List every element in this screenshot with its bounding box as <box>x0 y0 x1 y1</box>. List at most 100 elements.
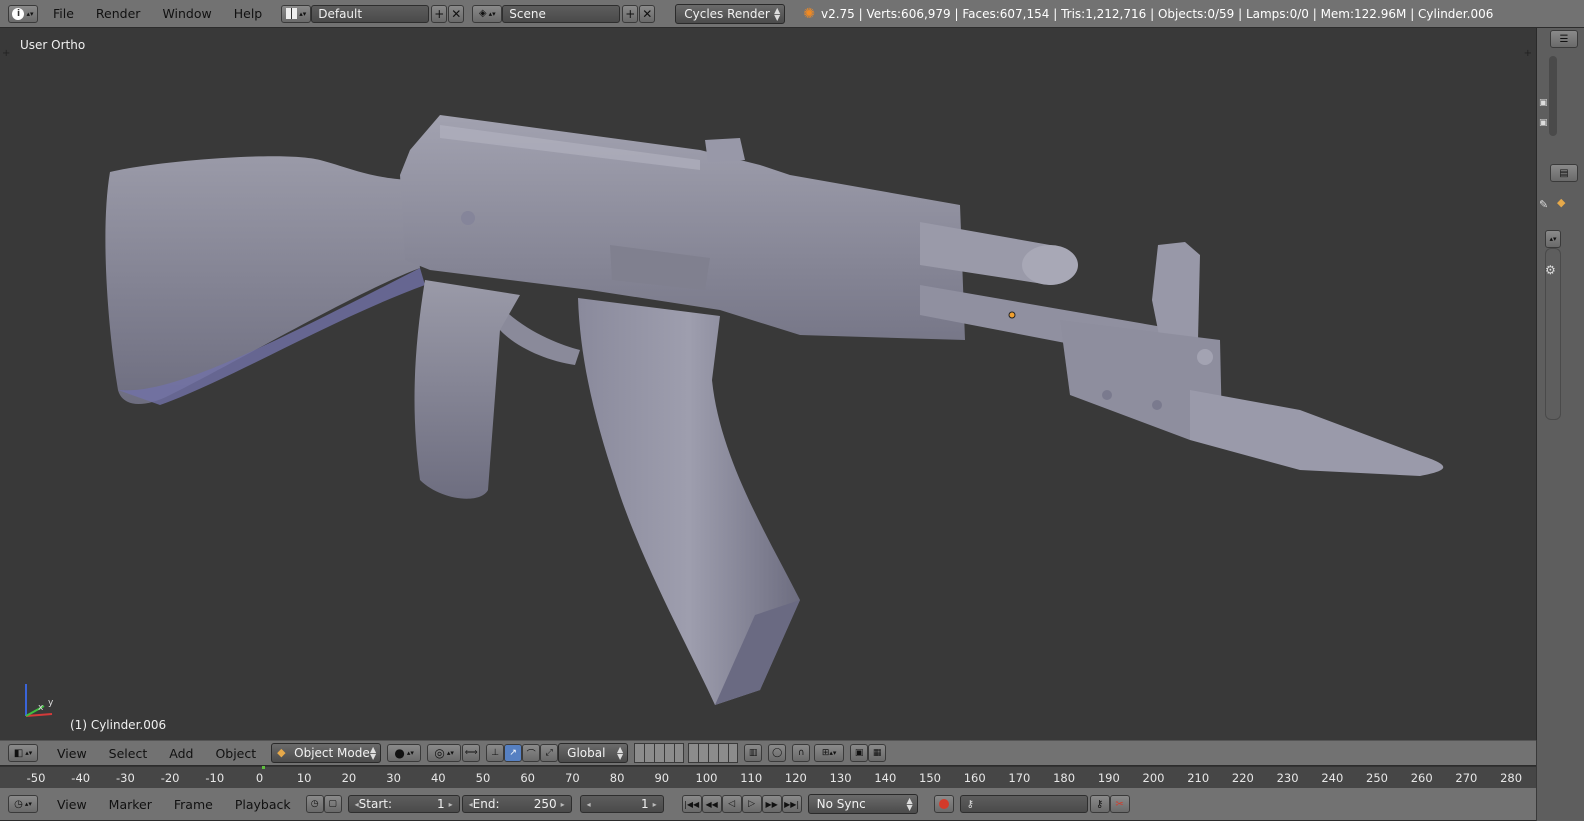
panel-toggle-button[interactable]: ▴▾ <box>1545 230 1561 248</box>
view3d-menu-object[interactable]: Object <box>204 746 267 761</box>
interaction-mode-dropdown[interactable]: ◆ Object Mode ▲ ▼ <box>271 743 382 763</box>
lock-camera-layers-button[interactable]: ▥ <box>744 744 763 762</box>
outliner-editor-button[interactable]: ☰ <box>1550 30 1578 48</box>
pivot-point-button[interactable]: ◎ ▴▾ <box>427 744 462 762</box>
start-frame-field[interactable]: ◂ Start: 1 ▸ <box>347 795 460 813</box>
pin-icon[interactable]: ✎ <box>1539 198 1548 211</box>
render-opengl-button[interactable]: ▣ <box>850 744 869 762</box>
keying-set-field[interactable]: ⚷ <box>959 795 1088 813</box>
snap-toggle-button[interactable]: ∩ <box>792 744 811 762</box>
sync-mode-dropdown[interactable]: No Sync ▲ ▼ <box>807 794 918 814</box>
menu-file[interactable]: File <box>42 6 85 21</box>
object-cube-icon: ◆ <box>1557 196 1566 209</box>
remove-screen-layout-button[interactable]: ✕ <box>448 4 465 23</box>
next-keyframe-button[interactable]: ▶▶ <box>761 795 782 813</box>
render-animation-opengl-button[interactable]: ▦ <box>868 744 887 762</box>
remove-scene-button[interactable]: ✕ <box>639 4 656 23</box>
scene-field[interactable]: Scene <box>502 4 621 23</box>
jump-start-button[interactable]: |◀◀ <box>681 795 702 813</box>
layers-icon: ▥ <box>748 748 758 758</box>
properties-scrollbar[interactable] <box>1545 248 1561 420</box>
screen-layout-field[interactable]: Default <box>311 4 430 23</box>
timeline-ruler-ticks: -50 -40 -30 -20 -10 0 10 20 30 40 50 60 70 80 90 100 110… <box>0 767 1536 789</box>
timeline-tick-label: 0 <box>255 771 264 785</box>
timeline-tick-label: 20 <box>341 771 357 785</box>
rifle-model[interactable] <box>0 28 1536 740</box>
scene-browse-button[interactable]: ◈ ▴▾ <box>472 4 503 23</box>
scale-manipulator-button[interactable]: ⤢ <box>540 744 559 762</box>
menu-help[interactable]: Help <box>223 6 274 21</box>
timeline-tick-label: 30 <box>386 771 401 785</box>
timeline-menu-frame[interactable]: Frame <box>163 797 224 812</box>
delete-keyframe-button[interactable]: ✂ <box>1109 795 1130 813</box>
current-frame-marker[interactable] <box>262 766 265 769</box>
screen-layout-browse-button[interactable]: ▴▾ <box>281 4 312 23</box>
viewport-shading-button[interactable]: ● ▴▾ <box>387 744 422 762</box>
view3d-menu-select[interactable]: Select <box>98 746 159 761</box>
decrement-arrow-icon[interactable]: ◂ <box>587 800 591 809</box>
current-frame-field[interactable]: ◂ 1 ▸ <box>579 795 664 813</box>
translate-manipulator-button[interactable]: ↗ <box>504 744 523 762</box>
transform-orientation-dropdown[interactable]: Global ▲ ▼ <box>558 743 629 763</box>
increment-arrow-icon[interactable]: ▸ <box>449 800 453 809</box>
timeline-tick-label: 130 <box>829 771 852 785</box>
auto-keying-button[interactable] <box>933 795 954 813</box>
current-frame-value: 1 <box>640 797 649 811</box>
3d-viewport[interactable]: User Ortho + + x y (1) Cylinder.006 <box>0 28 1537 740</box>
top-info-bar: i ▴▾ File Render Window Help ▴▾ Default … <box>0 0 1584 28</box>
timeline-tick-label: -20 <box>160 771 180 785</box>
rotate-manipulator-button[interactable]: ⌒ <box>522 744 541 762</box>
center-points-icon: ⟺ <box>464 748 478 758</box>
timeline-menu-marker[interactable]: Marker <box>98 797 163 812</box>
add-screen-layout-button[interactable]: + <box>431 4 448 23</box>
timeline-tick-label: 270 <box>1455 771 1478 785</box>
view3d-menu-view[interactable]: View <box>46 746 98 761</box>
camera-icon: ▣ <box>1539 98 1548 108</box>
render-engine-dropdown[interactable]: Cycles Render ▲ ▼ <box>675 3 786 24</box>
key-icon: ⚷ <box>1095 798 1104 810</box>
menu-window[interactable]: Window <box>151 6 222 21</box>
end-frame-field[interactable]: ◂ End: 250 ▸ <box>461 795 572 813</box>
jump-end-icon: ▶▶| <box>784 799 800 809</box>
key-delete-icon: ✂ <box>1115 798 1124 810</box>
play-reverse-button[interactable]: ◁ <box>721 795 742 813</box>
editor-type-timeline-button[interactable]: ◷ ▴▾ <box>8 795 38 813</box>
scale-icon: ⤢ <box>545 748 553 758</box>
timeline-menu-playback[interactable]: Playback <box>224 797 302 812</box>
layer-buttons-group-2[interactable] <box>688 743 739 763</box>
clock-icon: ◷ <box>310 799 319 809</box>
increment-arrow-icon[interactable]: ▸ <box>653 800 657 809</box>
lock-time-cursor-button[interactable]: ▢ <box>323 795 342 813</box>
editor-type-3dview-button[interactable]: ◧ ▴▾ <box>8 744 38 762</box>
timeline-tick-label: 80 <box>609 771 625 785</box>
editor-type-info-button[interactable]: i ▴▾ <box>8 4 38 23</box>
transform-manipulator-toggle[interactable]: ⊥ <box>486 744 505 762</box>
preview-range-button[interactable]: ◷ <box>305 795 324 813</box>
add-scene-button[interactable]: + <box>622 4 639 23</box>
previous-keyframe-button[interactable]: ◀◀ <box>701 795 722 813</box>
clapper-icon: ▦ <box>872 748 882 758</box>
timeline-tick-label: 110 <box>740 771 763 785</box>
view3d-menu-add[interactable]: Add <box>158 746 204 761</box>
jump-end-button[interactable]: ▶▶| <box>781 795 802 813</box>
axis-x-label: x <box>38 703 44 713</box>
increment-arrow-icon[interactable]: ▸ <box>561 800 565 809</box>
proportional-editing-button[interactable]: ◯ <box>768 744 787 762</box>
timeline-tick-label: 60 <box>520 771 536 785</box>
timeline-menu-view[interactable]: View <box>46 797 98 812</box>
right-editor-strip: ☰ ▣ ▣ ▤ ✎ ◆ ▴▾ ⚙ <box>1537 28 1584 821</box>
properties-editor-button[interactable]: ▤ <box>1550 164 1578 182</box>
outliner-scrollbar[interactable] <box>1549 56 1557 136</box>
updown-arrow-icon: ▲ ▼ <box>774 5 781 22</box>
layer-buttons-group-1[interactable] <box>634 743 685 763</box>
snap-element-button[interactable]: ⊞ ▴▾ <box>814 744 845 762</box>
timeline-tick-label: 240 <box>1321 771 1344 785</box>
play-button[interactable]: ▷ <box>741 795 762 813</box>
manipulate-center-button[interactable]: ⟺ <box>462 744 481 762</box>
timeline-ruler[interactable]: -50 -40 -30 -20 -10 0 10 20 30 40 50 60 70 80 90 100 110… <box>0 766 1536 789</box>
menu-render[interactable]: Render <box>85 6 152 21</box>
updown-arrow-icon: ▲ ▼ <box>370 745 377 761</box>
play-icon: ▷ <box>748 799 756 809</box>
timeline-tick-label: 50 <box>475 771 491 785</box>
insert-keyframe-button[interactable]: ⚷ <box>1089 795 1110 813</box>
